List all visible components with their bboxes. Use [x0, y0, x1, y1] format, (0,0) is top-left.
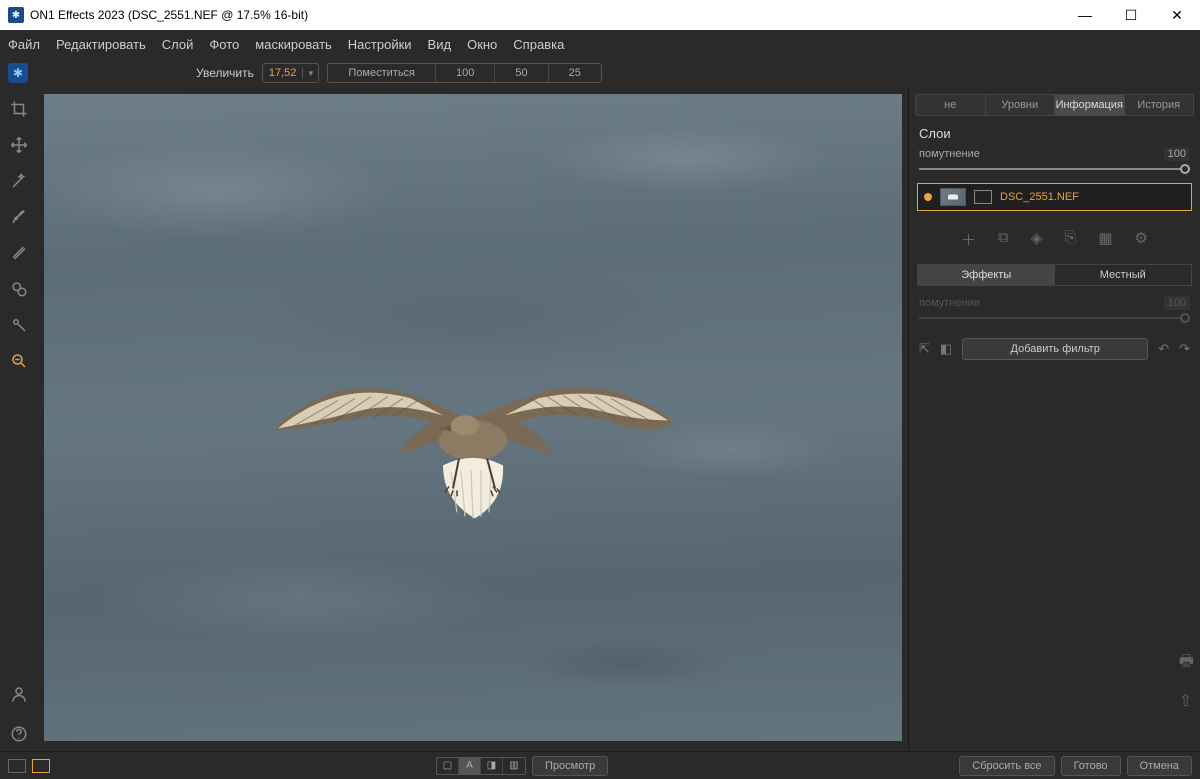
help-icon[interactable]	[8, 723, 30, 745]
close-button[interactable]: ✕	[1154, 0, 1200, 30]
effects-opacity-label: помутнение	[919, 297, 1158, 309]
zoom-value-box[interactable]: 17,52 ▾	[262, 63, 320, 83]
titlebar: ✱ ON1 Effects 2023 (DSC_2551.NEF @ 17.5%…	[0, 0, 1200, 30]
view-split-b-icon[interactable]: ◨	[481, 758, 503, 774]
menubar: Файл Редактировать Слой Фото маскировать…	[0, 30, 1200, 58]
zoom-fit[interactable]: Поместиться	[328, 64, 436, 82]
brush-tool-icon[interactable]	[8, 206, 30, 228]
gradient-tool-icon[interactable]	[8, 242, 30, 264]
tab-history[interactable]: История	[1125, 95, 1194, 115]
crop-tool-icon[interactable]	[8, 98, 30, 120]
layer-item[interactable]: DSC_2551.NEF	[917, 183, 1192, 211]
export-icon[interactable]: ⇱	[919, 341, 930, 357]
cancel-button[interactable]: Отмена	[1127, 756, 1192, 776]
merge-layer-icon[interactable]: ◈	[1031, 229, 1043, 250]
layers-title: Слои	[909, 116, 1200, 147]
compare-on-icon[interactable]	[32, 759, 50, 773]
view-grid-icon[interactable]: ▥	[503, 758, 525, 774]
move-tool-icon[interactable]	[8, 134, 30, 156]
zoom-25[interactable]: 25	[549, 64, 601, 82]
window-title: ON1 Effects 2023 (DSC_2551.NEF @ 17.5% 1…	[30, 8, 308, 22]
layer-settings-icon[interactable]: ⚙	[1135, 229, 1148, 250]
mode-local[interactable]: Местный	[1055, 265, 1192, 285]
user-icon[interactable]	[8, 683, 30, 705]
add-layer-icon[interactable]: ＋	[961, 229, 976, 250]
view-split-a-icon[interactable]: A	[459, 758, 481, 774]
canvas-area[interactable]	[38, 88, 908, 751]
layer-opacity-value[interactable]: 100	[1164, 147, 1190, 161]
app-icon: ✱	[8, 7, 24, 23]
menu-edit[interactable]: Редактировать	[56, 37, 146, 52]
wand-tool-icon[interactable]	[8, 170, 30, 192]
bird-illustration	[243, 300, 703, 580]
view-single-icon[interactable]: ▢	[437, 758, 459, 774]
image-canvas[interactable]	[44, 94, 902, 741]
blend-layer-icon[interactable]: ▦	[1098, 229, 1112, 250]
zoom-dropdown-icon[interactable]: ▾	[302, 68, 318, 79]
right-panel: ✺ не Уровни Информация История Слои пому…	[908, 88, 1200, 751]
menu-view[interactable]: Вид	[428, 37, 452, 52]
share-icon[interactable]: ⇧	[1179, 691, 1194, 711]
adjust-tool-icon[interactable]	[8, 314, 30, 336]
zoom-value: 17,52	[263, 67, 303, 79]
layer-visibility-icon[interactable]	[924, 193, 932, 201]
add-filter-button[interactable]: Добавить фильтр	[962, 338, 1148, 360]
redo-filter-icon[interactable]: ↷	[1179, 341, 1190, 357]
mode-tabs: Эффекты Местный	[917, 264, 1192, 286]
zoom-toolbar: ✱ Увеличить 17,52 ▾ Поместиться 100 50 2…	[0, 58, 1200, 88]
layer-mask-icon[interactable]	[974, 190, 992, 204]
bottom-bar: ▢ A ◨ ▥ Просмотр Сбросить все Готово Отм…	[0, 751, 1200, 779]
zoom-100[interactable]: 100	[436, 64, 495, 82]
layer-opacity-slider[interactable]	[919, 165, 1190, 173]
menu-window[interactable]: Окно	[467, 37, 497, 52]
layer-thumbnail	[940, 188, 966, 206]
menu-mask[interactable]: маскировать	[255, 37, 332, 52]
layer-actions: ＋ ⧉ ◈ ⎘ ▦ ⚙	[909, 211, 1200, 264]
effects-opacity-slider	[919, 314, 1190, 322]
tab-info[interactable]: Информация	[1055, 95, 1125, 115]
menu-settings[interactable]: Настройки	[348, 37, 412, 52]
tab-levels[interactable]: Уровни	[986, 95, 1056, 115]
layer-name: DSC_2551.NEF	[1000, 191, 1079, 203]
zoom-presets: Поместиться 100 50 25	[327, 63, 601, 83]
view-mode-segment: ▢ A ◨ ▥	[436, 757, 526, 775]
clone-tool-icon[interactable]	[8, 278, 30, 300]
zoom-label: Увеличить	[196, 66, 254, 80]
duplicate-layer-icon[interactable]: ⧉	[998, 229, 1009, 250]
compare-off-icon[interactable]	[8, 759, 26, 773]
mask-toggle-icon[interactable]: ◧	[940, 341, 952, 357]
preview-button[interactable]: Просмотр	[532, 756, 608, 776]
menu-file[interactable]: Файл	[8, 37, 40, 52]
left-toolbar	[0, 88, 38, 751]
zoom-50[interactable]: 50	[495, 64, 548, 82]
layer-opacity-label: помутнение	[919, 148, 1158, 160]
tab-nav[interactable]: не	[916, 95, 986, 115]
effects-opacity-value: 100	[1164, 296, 1190, 310]
menu-help[interactable]: Справка	[513, 37, 564, 52]
done-button[interactable]: Готово	[1061, 756, 1121, 776]
menu-photo[interactable]: Фото	[209, 37, 239, 52]
panel-tabs: не Уровни Информация История	[915, 94, 1194, 116]
mode-effects[interactable]: Эффекты	[918, 265, 1055, 285]
print-icon[interactable]: 🖶	[1179, 650, 1194, 677]
maximize-button[interactable]: ☐	[1108, 0, 1154, 30]
menu-layer[interactable]: Слой	[162, 37, 194, 52]
undo-filter-icon[interactable]: ↶	[1158, 341, 1169, 357]
minimize-button[interactable]: —	[1062, 0, 1108, 30]
reset-button[interactable]: Сбросить все	[959, 756, 1054, 776]
zoom-tool-icon[interactable]	[8, 350, 30, 372]
brand-icon[interactable]: ✱	[8, 63, 28, 83]
copy-layer-icon[interactable]: ⎘	[1064, 229, 1076, 250]
